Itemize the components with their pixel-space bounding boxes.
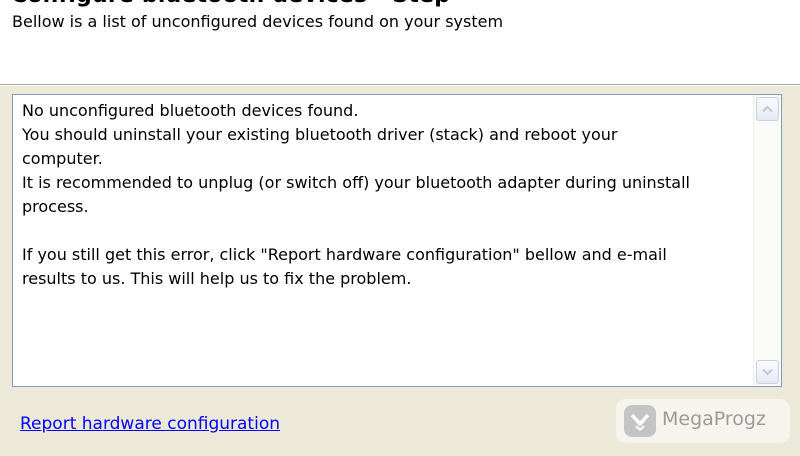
scroll-down-button[interactable] xyxy=(756,360,779,384)
chevron-up-icon xyxy=(762,105,773,113)
chevron-down-icon xyxy=(762,368,773,376)
megaprogz-logo-icon xyxy=(624,405,656,437)
scroll-up-button[interactable] xyxy=(756,97,779,121)
report-hardware-configuration-link[interactable]: Report hardware configuration xyxy=(20,414,280,434)
vertical-scrollbar[interactable] xyxy=(753,95,781,386)
wizard-subtitle: Bellow is a list of unconfigured devices… xyxy=(12,12,504,31)
header-separator xyxy=(0,85,800,86)
wizard-title: Configure bluetooth devices - Step xyxy=(11,0,450,8)
watermark-text: MegaProgz xyxy=(662,408,766,430)
device-list-textbox[interactable]: No unconfigured bluetooth devices found.… xyxy=(12,94,782,387)
watermark: MegaProgz xyxy=(616,399,790,443)
wizard-header: Configure bluetooth devices - Step Bello… xyxy=(0,0,800,85)
device-list-message: No unconfigured bluetooth devices found.… xyxy=(22,101,690,288)
